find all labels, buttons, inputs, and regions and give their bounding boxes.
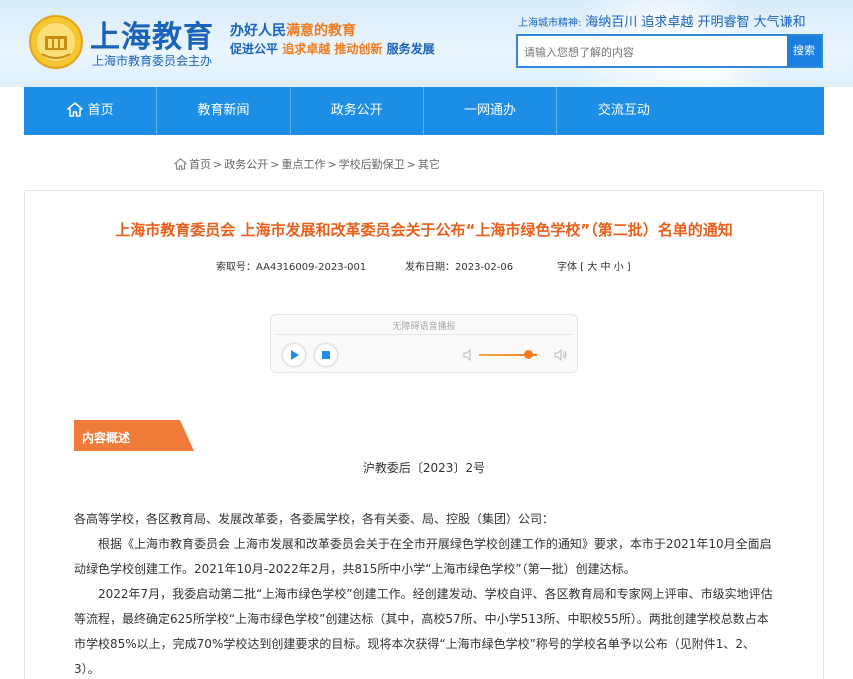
slogan-text: 促进公平	[230, 42, 279, 56]
article-title: 上海市教育委员会 上海市发展和改革委员会关于公布“上海市绿色学校”（第二批）名单…	[115, 221, 733, 239]
slogan-text: 办好人民	[230, 23, 286, 39]
nav-item-home[interactable]: 首页	[24, 87, 158, 135]
paragraph: 根据《上海市教育委员会 上海市发展和改革委员会关于在全市开展绿色学校创建工作的通…	[74, 537, 772, 576]
paragraph: 各高等学校，各区教育局、发展改革委，各委属学校，各有关委、局、控股（集团）公司：	[74, 512, 555, 526]
nav-item-label: 首页	[87, 103, 114, 118]
main-nav: 首页 教育新闻 政务公开 一网通办 交流互动	[24, 87, 824, 135]
date-value: 2023-02-06	[455, 262, 514, 273]
slogan-line-1: 办好人民满意的教育	[230, 20, 356, 40]
nav-item-online-services[interactable]: 一网通办	[424, 87, 558, 135]
article-body: 各高等学校，各区教育局、发展改革委，各委属学校，各有关委、局、控股（集团）公司：…	[74, 507, 774, 679]
index-number: 索取号：AA4316009-2023-001	[216, 258, 366, 273]
breadcrumb-home[interactable]: 首页	[189, 158, 211, 171]
city-spirit-text: 海纳百川 追求卓越 开明睿智 大气谦和	[585, 15, 806, 30]
volume-low-icon[interactable]	[462, 348, 476, 362]
breadcrumb-logistics-security[interactable]: 学校后勤保卫	[339, 158, 405, 171]
volume-high-icon[interactable]	[554, 348, 568, 362]
site-logo-icon[interactable]	[28, 14, 84, 70]
breadcrumb-separator: >	[213, 158, 223, 171]
breadcrumb-government-affairs[interactable]: 政务公开	[224, 158, 268, 171]
stop-icon	[322, 351, 330, 359]
content-border-left	[24, 191, 25, 679]
slogan-highlight: 满意的教育	[286, 23, 356, 39]
breadcrumb-separator: >	[406, 158, 416, 171]
slogan-text: 服务发展	[386, 42, 435, 56]
home-icon	[66, 102, 83, 117]
breadcrumb: 首页 > 政务公开 > 重点工作 > 学校后勤保卫 > 其它	[174, 156, 440, 172]
summary-tag: 内容概述	[82, 431, 131, 445]
city-spirit-label: 上海城市精神:	[518, 18, 582, 29]
stop-button[interactable]	[314, 343, 338, 367]
publish-date: 发布日期：2023-02-06	[405, 258, 513, 273]
site-subtitle: 上海市教育委员会主办	[92, 54, 213, 68]
slogan-text: 追求卓越	[282, 42, 331, 56]
index-label: 索取号：	[216, 262, 256, 273]
breadcrumb-other[interactable]: 其它	[418, 158, 440, 171]
font-size-label: 字体	[557, 262, 577, 273]
breadcrumb-key-work[interactable]: 重点工作	[281, 158, 325, 171]
content-border-right	[823, 191, 824, 679]
search-input[interactable]	[524, 42, 784, 62]
breadcrumb-separator: >	[327, 158, 337, 171]
search-button[interactable]: 搜索	[787, 36, 821, 66]
font-size-control: 字体 [ 大 中 小 ]	[557, 258, 631, 273]
audio-player: 无障碍语音播报	[270, 314, 578, 373]
divider	[275, 334, 573, 335]
breadcrumb-bar: 首页 > 政务公开 > 重点工作 > 学校后勤保卫 > 其它	[24, 135, 824, 191]
search-box: 搜索	[516, 34, 823, 68]
document-number: 沪教委后〔2023〕2号	[362, 461, 486, 475]
home-icon	[174, 158, 187, 170]
paragraph: 2022年7月，我委启动第二批“上海市绿色学校”创建工作。经创建发动、学校自评、…	[74, 587, 773, 676]
play-button[interactable]	[282, 343, 306, 367]
city-spirit: 上海城市精神: 海纳百川 追求卓越 开明睿智 大气谦和	[518, 11, 806, 30]
nav-item-education-news[interactable]: 教育新闻	[157, 87, 291, 135]
volume-slider-handle[interactable]	[523, 350, 533, 359]
site-title[interactable]: 上海教育	[90, 12, 214, 56]
font-size-options[interactable]: [ 大 中 小 ]	[580, 262, 631, 273]
slogan-line-2: 促进公平 追求卓越 推动创新 服务发展	[230, 40, 435, 57]
audio-player-title: 无障碍语音播报	[392, 322, 456, 332]
slogan-text: 推动创新	[334, 42, 383, 56]
play-icon	[291, 350, 299, 360]
date-label: 发布日期：	[405, 262, 455, 273]
breadcrumb-separator: >	[270, 158, 280, 171]
nav-item-government-affairs[interactable]: 政务公开	[291, 87, 424, 135]
site-header: 上海教育 上海市教育委员会主办 办好人民满意的教育 促进公平 追求卓越 推动创新…	[0, 0, 853, 87]
index-value: AA4316009-2023-001	[256, 262, 367, 273]
nav-item-interaction[interactable]: 交流互动	[557, 87, 690, 135]
